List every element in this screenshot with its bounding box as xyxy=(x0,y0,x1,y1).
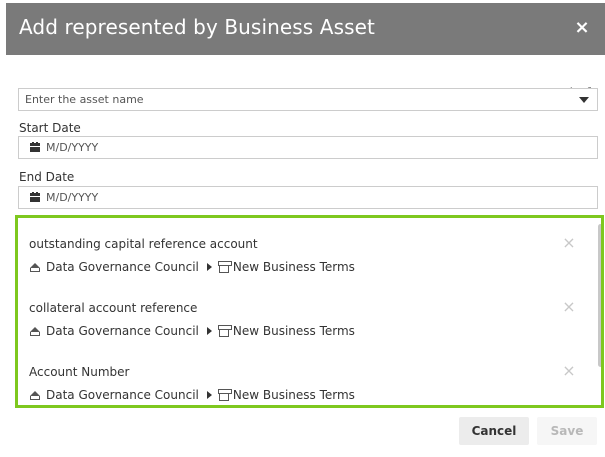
selected-assets-list: outstanding capital reference account Da… xyxy=(15,215,604,408)
domain-name[interactable]: New Business Terms xyxy=(233,324,355,338)
remove-icon[interactable]: × xyxy=(562,234,576,252)
dialog-header: Add represented by Business Asset × xyxy=(6,3,605,55)
asset-name-select[interactable] xyxy=(18,88,598,111)
calendar-icon xyxy=(30,192,40,202)
domain-name[interactable]: New Business Terms xyxy=(233,260,355,274)
breadcrumb-arrow-icon xyxy=(206,263,212,271)
add-business-asset-dialog: Add represented by Business Asset × min.… xyxy=(6,3,605,457)
start-date-field[interactable] xyxy=(18,136,598,159)
community-name[interactable]: Data Governance Council xyxy=(46,388,199,402)
community-icon xyxy=(29,326,42,337)
dropdown-caret-icon[interactable] xyxy=(579,97,589,103)
list-item: collateral account reference Data Govern… xyxy=(18,298,590,365)
domain-icon xyxy=(217,388,232,401)
community-name[interactable]: Data Governance Council xyxy=(46,260,199,274)
remove-icon[interactable]: × xyxy=(562,298,576,316)
start-date-input[interactable] xyxy=(46,137,586,158)
community-icon xyxy=(29,390,42,401)
remove-icon[interactable]: × xyxy=(562,362,576,380)
start-date-label: Start Date xyxy=(19,121,81,135)
asset-breadcrumb: Data Governance Council New Business Ter… xyxy=(29,259,355,275)
asset-name-input[interactable] xyxy=(19,89,597,110)
save-button[interactable]: Save xyxy=(537,417,597,445)
list-item: Account Number Data Governance Council N… xyxy=(18,362,590,405)
asset-breadcrumb: Data Governance Council New Business Ter… xyxy=(29,387,355,403)
community-icon xyxy=(29,262,42,273)
end-date-field[interactable] xyxy=(18,186,598,209)
asset-name[interactable]: collateral account reference xyxy=(29,301,197,315)
domain-icon xyxy=(217,260,232,273)
cancel-button[interactable]: Cancel xyxy=(459,417,529,445)
community-name[interactable]: Data Governance Council xyxy=(46,324,199,338)
calendar-icon xyxy=(30,142,40,152)
close-icon[interactable]: × xyxy=(571,16,593,40)
end-date-label: End Date xyxy=(19,170,75,184)
asset-breadcrumb: Data Governance Council New Business Ter… xyxy=(29,323,355,339)
breadcrumb-arrow-icon xyxy=(206,391,212,399)
dialog-title: Add represented by Business Asset xyxy=(19,15,375,39)
asset-name[interactable]: outstanding capital reference account xyxy=(29,237,258,251)
breadcrumb-arrow-icon xyxy=(206,327,212,335)
list-scrollbar[interactable] xyxy=(596,218,601,405)
domain-name[interactable]: New Business Terms xyxy=(233,388,355,402)
domain-icon xyxy=(217,324,232,337)
asset-name[interactable]: Account Number xyxy=(29,365,129,379)
list-item: outstanding capital reference account Da… xyxy=(18,234,590,301)
scrollbar-thumb[interactable] xyxy=(598,224,601,367)
end-date-input[interactable] xyxy=(46,187,586,208)
